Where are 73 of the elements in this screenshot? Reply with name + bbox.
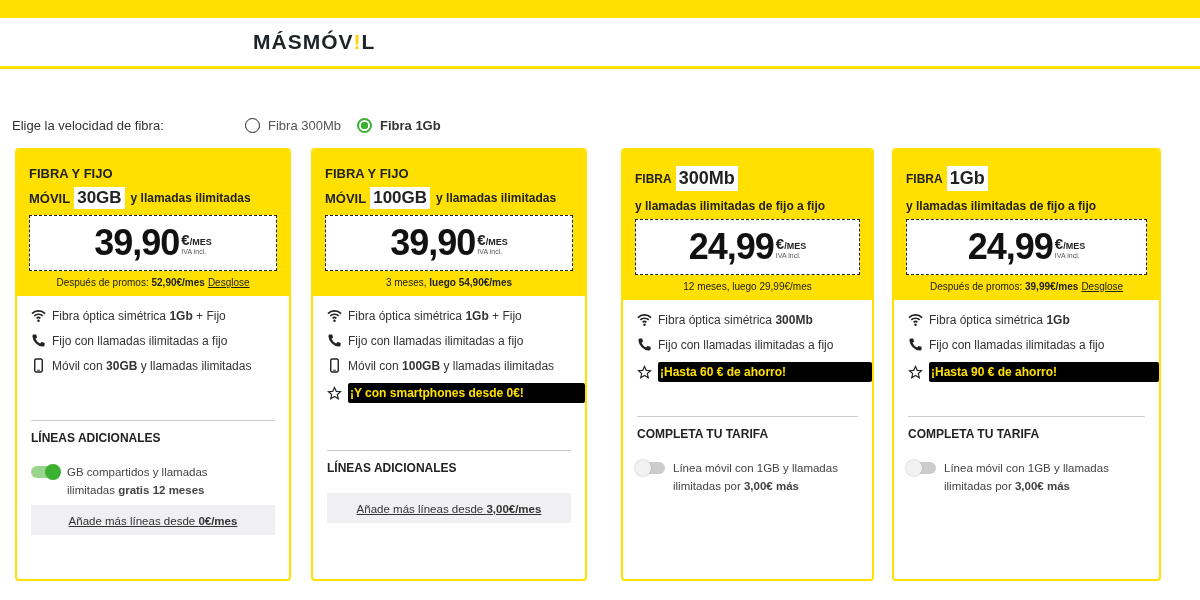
speed-option[interactable]: Fibra 1Gb — [357, 117, 441, 133]
feature-text: Fijo con llamadas ilimitadas a fijo — [929, 337, 1105, 352]
phone-icon — [327, 333, 342, 348]
toggle-label: GB compartidos y llamadas ilimitadas gratis 12 meses — [67, 465, 209, 498]
price-note: 3 meses, luego 54,90€/mes — [385, 277, 513, 288]
feature-text: Móvil con 100GB y llamadas ilimitadas — [348, 358, 555, 373]
plan-subtitle: y llamadas ilimitadas de fijo a fijo — [906, 199, 1098, 213]
phone-icon — [637, 337, 652, 352]
feature-text: Móvil con 30GB y llamadas ilimitadas — [52, 358, 252, 373]
currency: € — [1054, 235, 1064, 252]
per-month: /MES — [1063, 241, 1086, 251]
plan-title: FIBRA Y FIJO — [29, 166, 114, 181]
mobile-icon — [31, 358, 46, 373]
star-icon — [327, 385, 342, 401]
promo-banner: ¡Y con smartphones desde 0€! — [348, 383, 585, 403]
per-month: /MES — [189, 237, 212, 247]
feature-text: Fijo con llamadas ilimitadas a fijo — [52, 333, 228, 348]
plan-subtitle: y llamadas ilimitadas — [130, 191, 251, 205]
feature-text: Fibra óptica simétrica 1Gb + Fijo — [52, 308, 226, 323]
star-icon — [908, 364, 923, 380]
wifi-icon — [31, 308, 46, 323]
price-note: Después de promos: 39,99€/mes — [929, 281, 1079, 292]
phone-icon — [31, 333, 46, 348]
feature-text: Fibra óptica simétrica 300Mb — [658, 312, 813, 327]
wifi-icon — [637, 312, 652, 327]
price: 39,90 — [94, 222, 180, 264]
plan-highlight: 100GB — [370, 187, 431, 209]
section-title: COMPLETA TU TARIFA — [908, 427, 1041, 441]
plan-label: FIBRA — [635, 171, 672, 186]
plan-highlight: 1Gb — [946, 166, 988, 191]
toggle-label: Línea móvil con 1GB y llamadas ilimitadas por 3,00€ más — [673, 461, 838, 494]
price: 24,99 — [967, 226, 1053, 268]
wifi-icon — [908, 312, 923, 327]
speed-option[interactable]: Fibra 300Mb — [245, 117, 341, 133]
currency: € — [775, 235, 785, 252]
plan-label: FIBRA — [906, 171, 943, 186]
star-icon — [637, 364, 652, 380]
section-title: LÍNEAS ADICIONALES — [327, 461, 458, 475]
breakdown-link[interactable]: Desglose — [1081, 281, 1124, 292]
toggle-switch[interactable] — [31, 466, 59, 478]
speed-label: Elige la velocidad de fibra: — [12, 117, 165, 133]
per-month: /MES — [485, 237, 508, 247]
price: 24,99 — [688, 226, 774, 268]
feature-text: Fijo con llamadas ilimitadas a fijo — [348, 333, 524, 348]
toggle-label: Línea móvil con 1GB y llamadas ilimitadas por 3,00€ más — [944, 461, 1109, 494]
price: 39,90 — [390, 222, 476, 264]
phone-icon — [908, 337, 923, 352]
price-note: Después de promos: 52,90€/mes — [56, 277, 205, 288]
radio-icon[interactable] — [357, 117, 372, 133]
mobile-icon — [327, 358, 342, 373]
price-note: 12 meses, luego 29,99€/mes — [683, 281, 812, 292]
feature-text: Fibra óptica simétrica 1Gb — [929, 312, 1070, 327]
breakdown-link[interactable]: Desglose — [207, 277, 250, 288]
feature-text: Fijo con llamadas ilimitadas a fijo — [658, 337, 834, 352]
wifi-icon — [327, 308, 342, 323]
plan-highlight: 300Mb — [675, 166, 738, 191]
per-month: /MES — [784, 241, 807, 251]
logo[interactable]: MÁSMÓV!L — [253, 30, 376, 54]
plan-label: MÓVIL — [325, 190, 367, 206]
feature-text: Fibra óptica simétrica 1Gb + Fijo — [348, 308, 522, 323]
plan-highlight: 30GB — [74, 187, 125, 209]
promo-banner: ¡Hasta 60 € de ahorro! — [658, 362, 872, 382]
promo-banner: ¡Hasta 90 € de ahorro! — [929, 362, 1159, 382]
toggle-switch[interactable] — [908, 462, 936, 474]
plan-title: FIBRA Y FIJO — [325, 166, 410, 181]
plan-subtitle: y llamadas ilimitadas — [436, 191, 557, 205]
section-title: COMPLETA TU TARIFA — [637, 427, 770, 441]
section-title: LÍNEAS ADICIONALES — [31, 431, 162, 445]
currency: € — [181, 231, 190, 248]
plan-subtitle: y llamadas ilimitadas de fijo a fijo — [635, 199, 827, 213]
toggle-switch[interactable] — [637, 462, 665, 474]
plan-label: MÓVIL — [29, 190, 71, 206]
currency: € — [477, 231, 486, 248]
